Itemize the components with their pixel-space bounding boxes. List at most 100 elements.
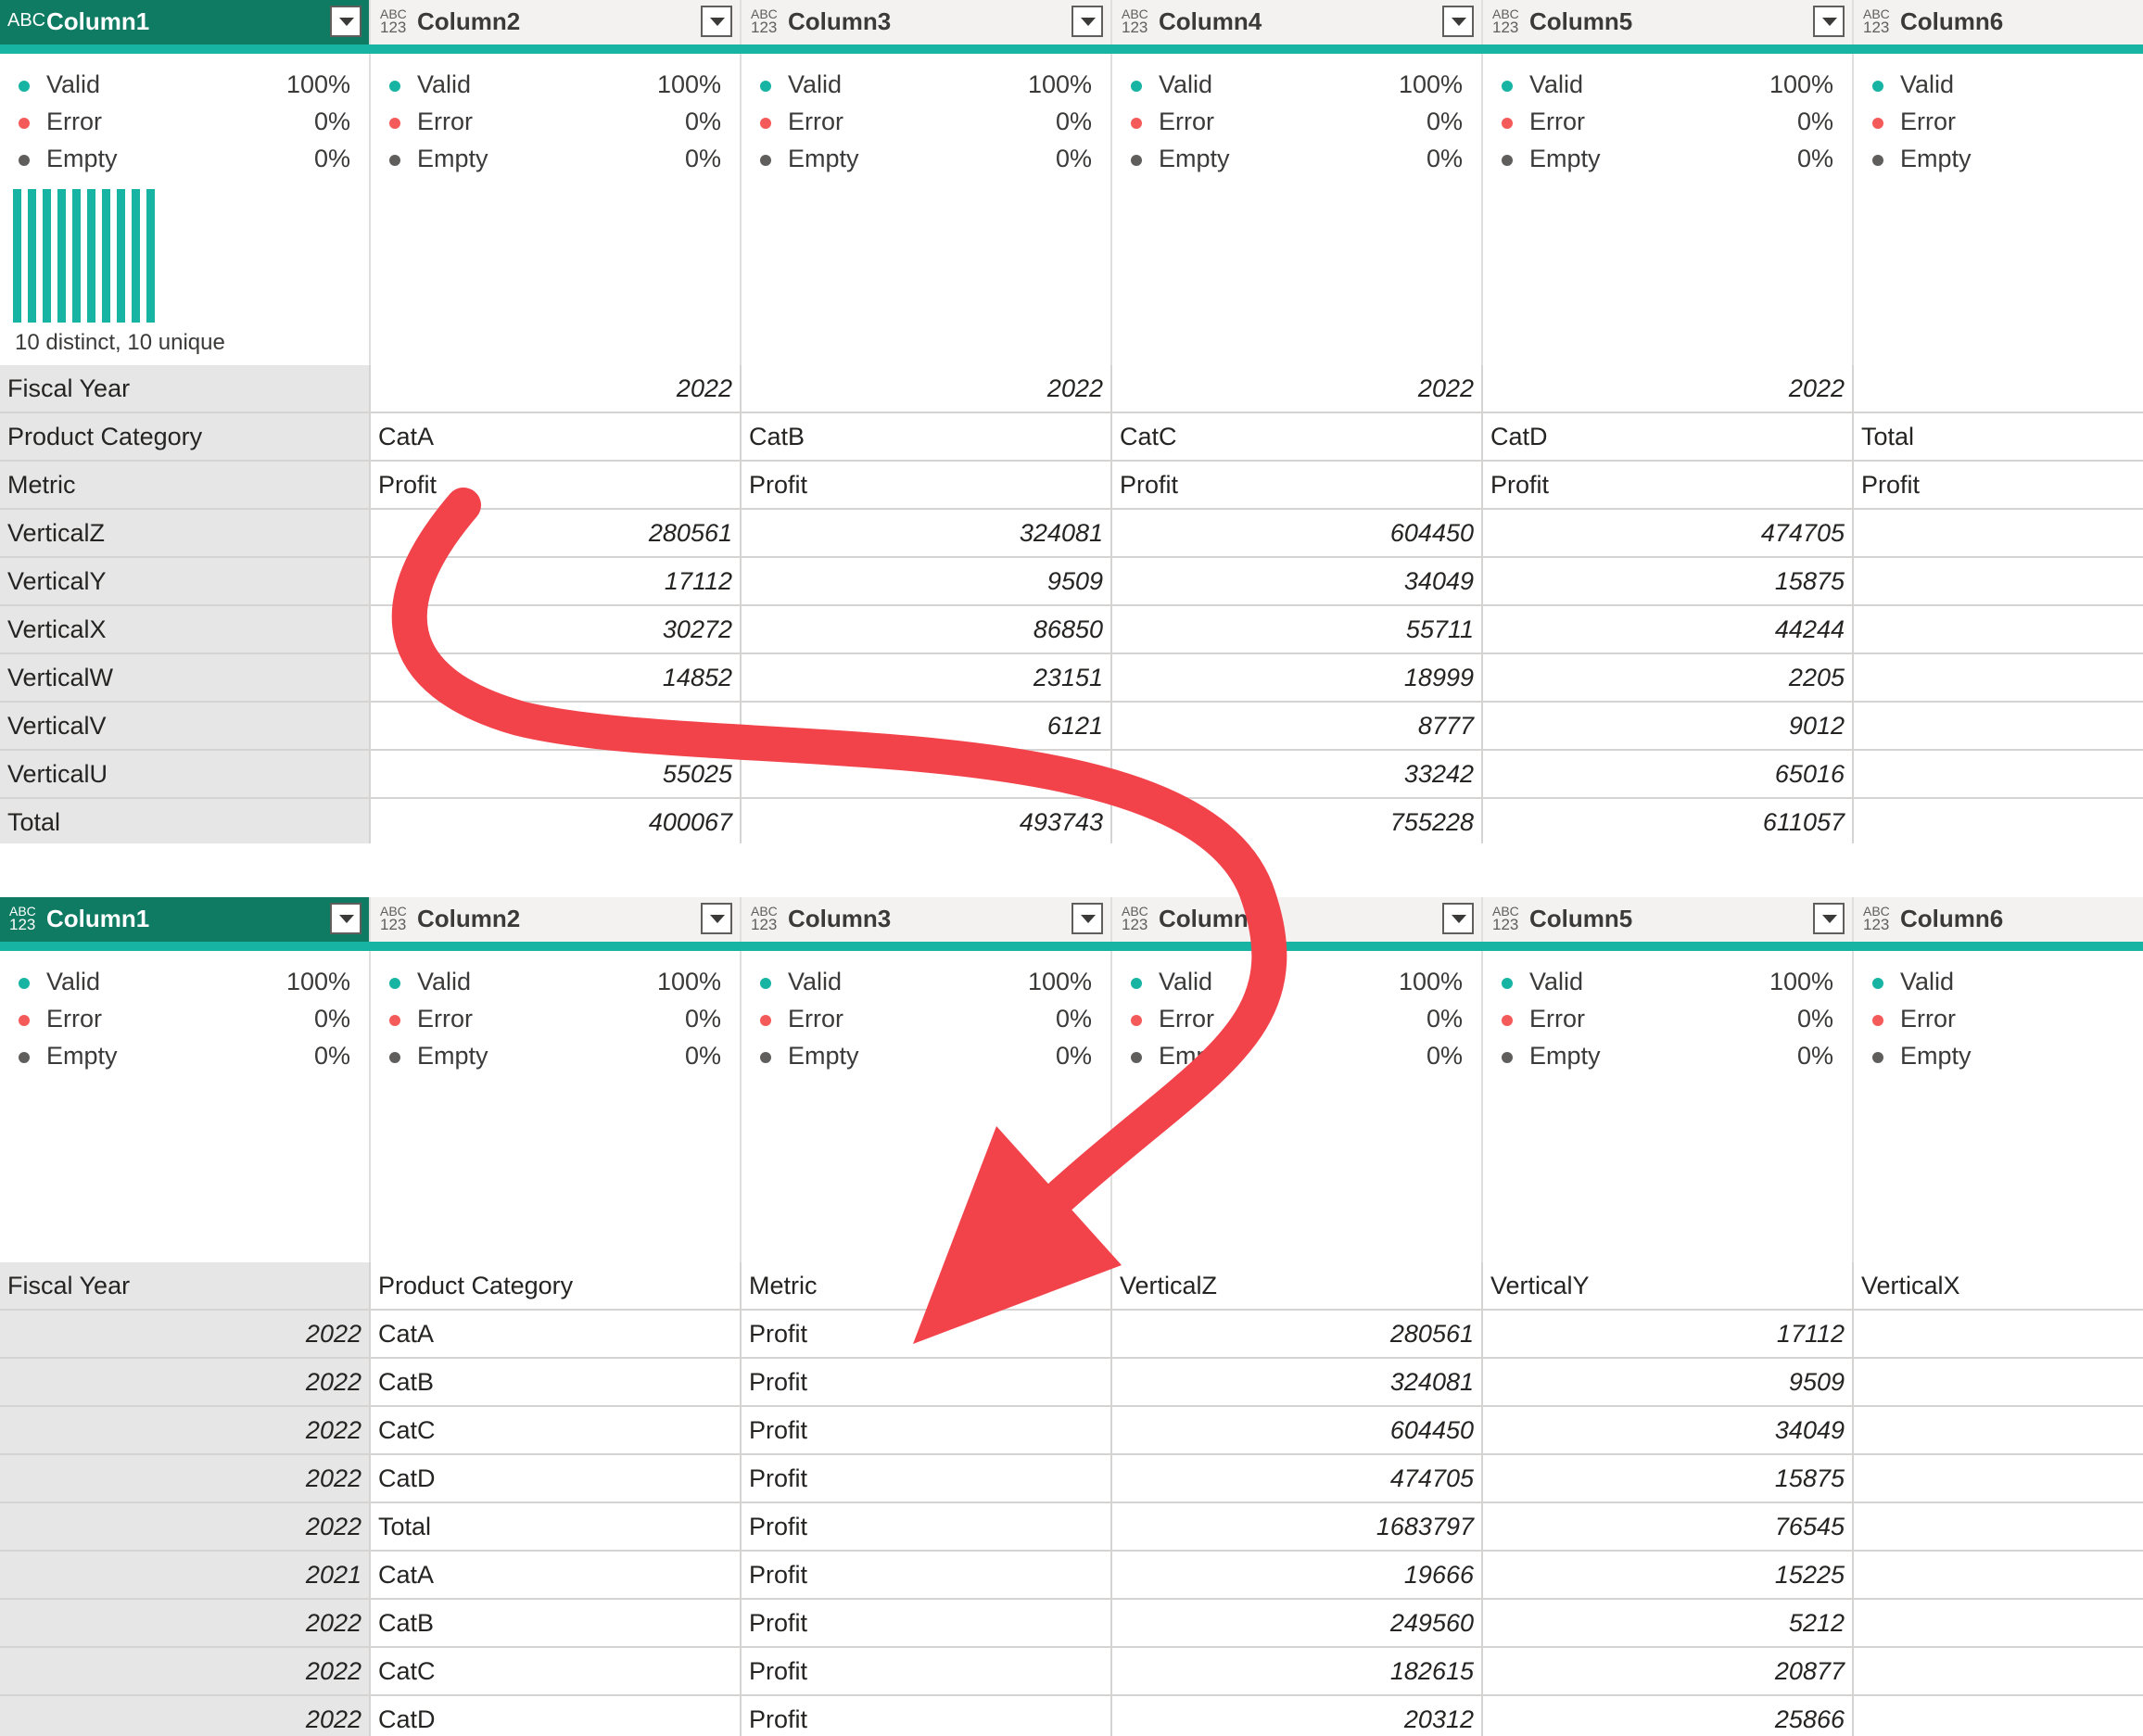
data-type-icon[interactable]: ABC 123 xyxy=(7,903,43,936)
table-cell[interactable]: 15225 xyxy=(1483,1552,1854,1600)
table-cell[interactable]: 755228 xyxy=(1112,799,1483,843)
table-cell[interactable] xyxy=(371,703,742,751)
column-header-3[interactable]: ABC 123 Column3 xyxy=(742,0,1112,44)
table-cell[interactable]: 400067 xyxy=(371,799,742,843)
table-cell[interactable] xyxy=(742,751,1112,799)
table-cell[interactable]: VerticalX xyxy=(0,606,371,654)
data-type-icon[interactable]: ABC 123 xyxy=(1490,903,1526,936)
column-header-6[interactable]: ABC 123 Column6 xyxy=(1854,897,2143,942)
table-cell[interactable]: Profit xyxy=(742,462,1112,510)
table-cell[interactable]: VerticalY xyxy=(1483,1262,1854,1311)
table-cell[interactable]: 2 xyxy=(1854,606,2143,654)
chevron-down-icon[interactable] xyxy=(330,903,361,934)
table-cell[interactable]: 17112 xyxy=(1483,1311,1854,1359)
table-cell[interactable]: 2022 xyxy=(1483,365,1854,413)
table-cell[interactable]: 474705 xyxy=(1112,1455,1483,1503)
data-type-icon[interactable]: ABC 123 xyxy=(1120,903,1155,936)
table-cell[interactable]: 6121 xyxy=(742,703,1112,751)
table-cell[interactable]: Fiscal Year xyxy=(0,365,371,413)
table-cell[interactable] xyxy=(1854,1552,2143,1600)
chevron-down-icon[interactable] xyxy=(330,6,361,37)
table-cell[interactable]: VerticalY xyxy=(0,558,371,606)
table-cell[interactable] xyxy=(1854,1648,2143,1696)
table-cell[interactable]: Profit xyxy=(1112,462,1483,510)
table-cell[interactable]: 9012 xyxy=(1483,703,1854,751)
table-cell[interactable] xyxy=(1854,654,2143,703)
table-cell[interactable]: VerticalW xyxy=(0,654,371,703)
table-cell[interactable]: 5212 xyxy=(1483,1600,1854,1648)
chevron-down-icon[interactable] xyxy=(1813,903,1845,934)
data-type-icon[interactable]: ABC 123 xyxy=(378,6,413,39)
table-cell[interactable]: 20312 xyxy=(1112,1696,1483,1736)
column-header-5[interactable]: ABC 123 Column5 xyxy=(1483,0,1854,44)
table-cell[interactable]: 2021 xyxy=(0,1552,371,1600)
table-cell[interactable]: VerticalZ xyxy=(1112,1262,1483,1311)
table-cell[interactable] xyxy=(1854,1407,2143,1455)
table-cell[interactable]: CatD xyxy=(371,1455,742,1503)
column-header-4[interactable]: ABC 123 Column4 xyxy=(1112,897,1483,942)
table-cell[interactable]: 182615 xyxy=(1112,1648,1483,1696)
table-cell[interactable]: 604450 xyxy=(1112,1407,1483,1455)
table-cell[interactable]: 19666 xyxy=(1112,1552,1483,1600)
column-header-2[interactable]: ABC 123 Column2 xyxy=(371,897,742,942)
table-cell[interactable]: 1 xyxy=(1854,751,2143,799)
table-cell[interactable]: 280561 xyxy=(371,510,742,558)
table-cell[interactable]: 280561 xyxy=(1112,1311,1483,1359)
table-cell[interactable]: 44244 xyxy=(1483,606,1854,654)
chevron-down-icon[interactable] xyxy=(701,6,732,37)
table-cell[interactable]: 2205 xyxy=(1483,654,1854,703)
table-cell[interactable]: Total xyxy=(1854,413,2143,462)
table-cell[interactable]: 2022 xyxy=(742,365,1112,413)
data-type-icon[interactable]: ABC 123 xyxy=(1490,6,1526,39)
column-header-5[interactable]: ABC 123 Column5 xyxy=(1483,897,1854,942)
table-cell[interactable]: 2 xyxy=(1854,1503,2143,1552)
table-cell[interactable]: Profit xyxy=(371,462,742,510)
data-type-icon[interactable]: ABC 123 xyxy=(378,903,413,936)
table-cell[interactable]: 1683797 xyxy=(1112,1503,1483,1552)
data-type-icon[interactable]: ABC 123 xyxy=(1861,903,1896,936)
table-cell[interactable]: Profit xyxy=(742,1311,1112,1359)
table-cell[interactable]: 2022 xyxy=(0,1311,371,1359)
table-cell[interactable]: VerticalX xyxy=(1854,1262,2143,1311)
table-cell[interactable]: 23151 xyxy=(742,654,1112,703)
chevron-down-icon[interactable] xyxy=(1442,903,1474,934)
table-cell[interactable]: 17112 xyxy=(371,558,742,606)
table-cell[interactable]: 2022 xyxy=(0,1600,371,1648)
chevron-down-icon[interactable] xyxy=(701,903,732,934)
column-header-1[interactable]: ABC Column1 xyxy=(0,0,371,44)
table-cell[interactable]: CatA xyxy=(371,413,742,462)
table-cell[interactable]: Profit xyxy=(742,1600,1112,1648)
table-cell[interactable]: 474705 xyxy=(1483,510,1854,558)
column-header-4[interactable]: ABC 123 Column4 xyxy=(1112,0,1483,44)
table-cell[interactable]: 14852 xyxy=(371,654,742,703)
table-cell[interactable]: VerticalV xyxy=(0,703,371,751)
table-cell[interactable]: 18999 xyxy=(1112,654,1483,703)
data-type-icon[interactable]: ABC 123 xyxy=(749,903,784,936)
table-cell[interactable]: 2022 xyxy=(1112,365,1483,413)
table-cell[interactable]: CatB xyxy=(371,1359,742,1407)
table-cell[interactable]: 2022 xyxy=(0,1503,371,1552)
table-cell[interactable] xyxy=(1854,1696,2143,1736)
chevron-down-icon[interactable] xyxy=(1442,6,1474,37)
data-type-icon[interactable]: ABC 123 xyxy=(749,6,784,39)
table-cell[interactable]: Profit xyxy=(742,1648,1112,1696)
table-cell[interactable]: Profit xyxy=(742,1696,1112,1736)
table-cell[interactable] xyxy=(1854,1311,2143,1359)
table-cell[interactable]: CatC xyxy=(371,1648,742,1696)
table-cell[interactable]: Product Category xyxy=(0,413,371,462)
table-cell[interactable]: Total xyxy=(371,1503,742,1552)
table-cell[interactable]: Profit xyxy=(742,1359,1112,1407)
table-cell[interactable]: 34049 xyxy=(1483,1407,1854,1455)
table-cell[interactable] xyxy=(1854,1600,2143,1648)
table-cell[interactable]: Profit xyxy=(1854,462,2143,510)
table-cell[interactable]: 8777 xyxy=(1112,703,1483,751)
table-cell[interactable] xyxy=(1854,1359,2143,1407)
table-cell[interactable]: 65016 xyxy=(1483,751,1854,799)
table-cell[interactable] xyxy=(1854,558,2143,606)
table-cell[interactable]: 493743 xyxy=(742,799,1112,843)
table-cell[interactable]: 2022 xyxy=(0,1359,371,1407)
table-cell[interactable]: 9509 xyxy=(742,558,1112,606)
table-cell[interactable]: 30272 xyxy=(371,606,742,654)
table-cell[interactable]: CatB xyxy=(371,1600,742,1648)
table-cell[interactable]: 2022 xyxy=(0,1455,371,1503)
